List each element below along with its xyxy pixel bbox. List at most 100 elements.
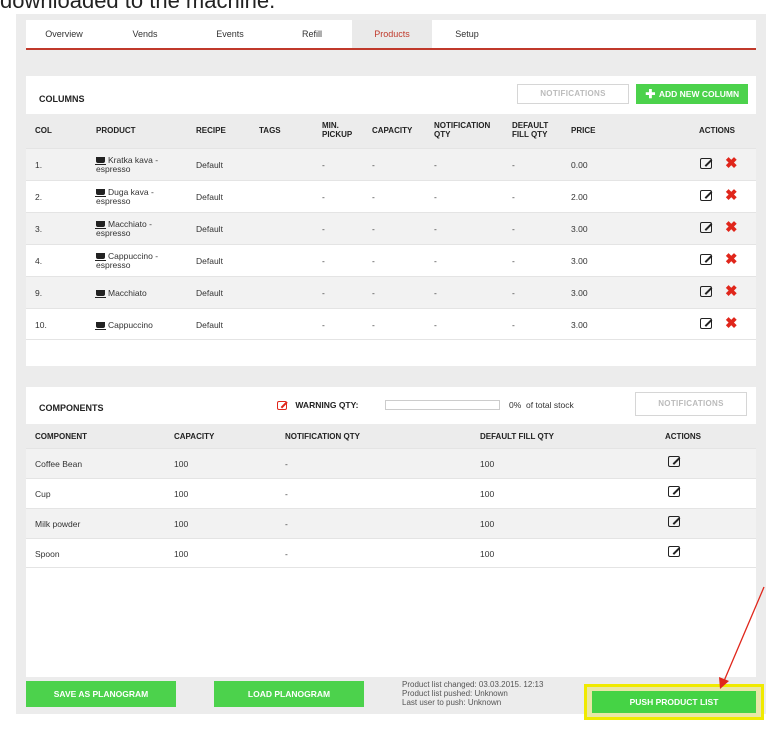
save-as-planogram-button[interactable]: SAVE AS PLANOGRAM xyxy=(26,681,176,707)
product-list-changed: Product list changed: 03.03.2015. 12:13 xyxy=(402,680,544,689)
edit-icon[interactable] xyxy=(700,286,712,297)
tab-refill[interactable]: Refill xyxy=(272,20,352,48)
warning-qty-input[interactable] xyxy=(385,400,500,410)
component-notification: - xyxy=(285,519,288,529)
col-header-notification-qty: NOTIFICATION QTY xyxy=(434,121,491,139)
component-fill: 100 xyxy=(480,489,495,499)
col-number: 10. xyxy=(35,320,47,330)
components-panel: COMPONENTS WARNING QTY: 0% of total stoc… xyxy=(26,387,756,677)
tab-vends[interactable]: Vends xyxy=(102,20,188,48)
product-name[interactable]: Cappuccino xyxy=(95,321,153,330)
comp-header-fill: DEFAULT FILL QTY xyxy=(480,432,554,441)
delete-icon[interactable]: ✖ xyxy=(725,188,738,203)
edit-icon[interactable] xyxy=(700,318,712,329)
price-value: 3.00 xyxy=(571,288,588,298)
component-capacity: 100 xyxy=(174,459,189,469)
last-user-to-push: Last user to push: Unknown xyxy=(402,698,502,707)
component-name: Milk powder xyxy=(35,519,81,529)
tab-setup[interactable]: Setup xyxy=(432,20,502,48)
table-row: 10. Cappuccino Default - - - - 3.00 ✖ xyxy=(26,308,756,340)
product-page: Overview Vends Events Refill Products Se… xyxy=(16,14,766,714)
edit-icon[interactable] xyxy=(668,516,680,527)
columns-title: COLUMNS xyxy=(39,94,85,104)
product-list-pushed: Product list pushed: Unknown xyxy=(402,689,508,698)
tab-products[interactable]: Products xyxy=(352,20,432,48)
recipe-value: Default xyxy=(196,288,223,298)
recipe-value: Default xyxy=(196,160,223,170)
col-header-default-fill-qty: DEFAULT FILL QTY xyxy=(512,121,549,139)
product-name[interactable]: Duga kava - espresso xyxy=(95,188,154,206)
tab-events[interactable]: Events xyxy=(188,20,272,48)
component-name: Spoon xyxy=(35,549,60,559)
columns-panel: COLUMNS NOTIFICATIONS ✚ ADD NEW COLUMN CO… xyxy=(26,76,756,366)
price-value: 0.00 xyxy=(571,160,588,170)
col-header-capacity: CAPACITY xyxy=(372,126,413,135)
edit-icon[interactable] xyxy=(668,546,680,557)
delete-icon[interactable]: ✖ xyxy=(725,284,738,299)
delete-icon[interactable]: ✖ xyxy=(725,316,738,331)
capacity-value: - xyxy=(372,320,375,330)
component-name: Cup xyxy=(35,489,51,499)
price-value: 2.00 xyxy=(571,192,588,202)
push-status-text: Product list changed: 03.03.2015. 12:13 … xyxy=(402,680,543,707)
recipe-value: Default xyxy=(196,192,223,202)
components-table-header: COMPONENT CAPACITY NOTIFICATION QTY DEFA… xyxy=(26,424,756,448)
component-notification: - xyxy=(285,489,288,499)
table-row: 9. Macchiato Default - - - - 3.00 ✖ xyxy=(26,276,756,308)
min-pickup-value: - xyxy=(322,192,325,202)
edit-icon[interactable] xyxy=(700,222,712,233)
table-row: 4. Cappuccino - espresso Default - - - - … xyxy=(26,244,756,276)
min-pickup-value: - xyxy=(322,320,325,330)
component-fill: 100 xyxy=(480,459,495,469)
product-name[interactable]: Macchiato xyxy=(95,289,147,298)
component-name: Coffee Bean xyxy=(35,459,83,469)
columns-table-header: COL PRODUCT RECIPE TAGS MIN. PICKUP CAPAC… xyxy=(26,114,756,148)
annotation-arrow-icon xyxy=(719,586,765,689)
edit-icon[interactable] xyxy=(700,158,712,169)
coffee-cup-icon xyxy=(95,189,106,197)
notification-value: - xyxy=(434,288,437,298)
load-planogram-button[interactable]: LOAD PLANOGRAM xyxy=(214,681,364,707)
notification-value: - xyxy=(434,192,437,202)
delete-icon[interactable]: ✖ xyxy=(725,156,738,171)
fill-value: - xyxy=(512,192,515,202)
warning-qty-label: WARNING QTY: xyxy=(277,400,359,411)
comp-header-actions: ACTIONS xyxy=(665,432,701,441)
edit-warning-icon[interactable] xyxy=(277,401,287,411)
col-header-price: PRICE xyxy=(571,126,596,135)
components-notifications-button[interactable]: NOTIFICATIONS xyxy=(635,392,747,416)
tab-overview[interactable]: Overview xyxy=(26,20,102,48)
fill-value: - xyxy=(512,256,515,266)
col-number: 3. xyxy=(35,224,43,234)
col-header-recipe: RECIPE xyxy=(196,126,226,135)
edit-icon[interactable] xyxy=(700,190,712,201)
notification-value: - xyxy=(434,160,437,170)
notification-value: - xyxy=(434,320,437,330)
min-pickup-value: - xyxy=(322,256,325,266)
product-name[interactable]: Kratka kava - espresso xyxy=(95,156,158,174)
col-number: 1. xyxy=(35,160,43,170)
component-notification: - xyxy=(285,549,288,559)
add-new-column-button[interactable]: ✚ ADD NEW COLUMN xyxy=(636,84,748,104)
col-number: 2. xyxy=(35,192,43,202)
recipe-value: Default xyxy=(196,224,223,234)
delete-icon[interactable]: ✖ xyxy=(725,252,738,267)
capacity-value: - xyxy=(372,160,375,170)
product-name[interactable]: Cappuccino - espresso xyxy=(95,252,158,270)
product-name[interactable]: Macchiato - espresso xyxy=(95,220,152,238)
delete-icon[interactable]: ✖ xyxy=(725,220,738,235)
add-new-column-label: ADD NEW COLUMN xyxy=(658,89,740,99)
table-row: Spoon 100 - 100 xyxy=(26,538,756,568)
coffee-cup-icon xyxy=(95,290,106,298)
table-row: 1. Kratka kava - espresso Default - - - -… xyxy=(26,148,756,180)
table-row: 2. Duga kava - espresso Default - - - - 2… xyxy=(26,180,756,212)
table-row: 3. Macchiato - espresso Default - - - - 3… xyxy=(26,212,756,244)
columns-notifications-button[interactable]: NOTIFICATIONS xyxy=(517,84,629,104)
component-capacity: 100 xyxy=(174,489,189,499)
edit-icon[interactable] xyxy=(700,254,712,265)
edit-icon[interactable] xyxy=(668,456,680,467)
table-row: Milk powder 100 - 100 xyxy=(26,508,756,538)
col-header-tags: TAGS xyxy=(259,126,281,135)
edit-icon[interactable] xyxy=(668,486,680,497)
min-pickup-value: - xyxy=(322,288,325,298)
